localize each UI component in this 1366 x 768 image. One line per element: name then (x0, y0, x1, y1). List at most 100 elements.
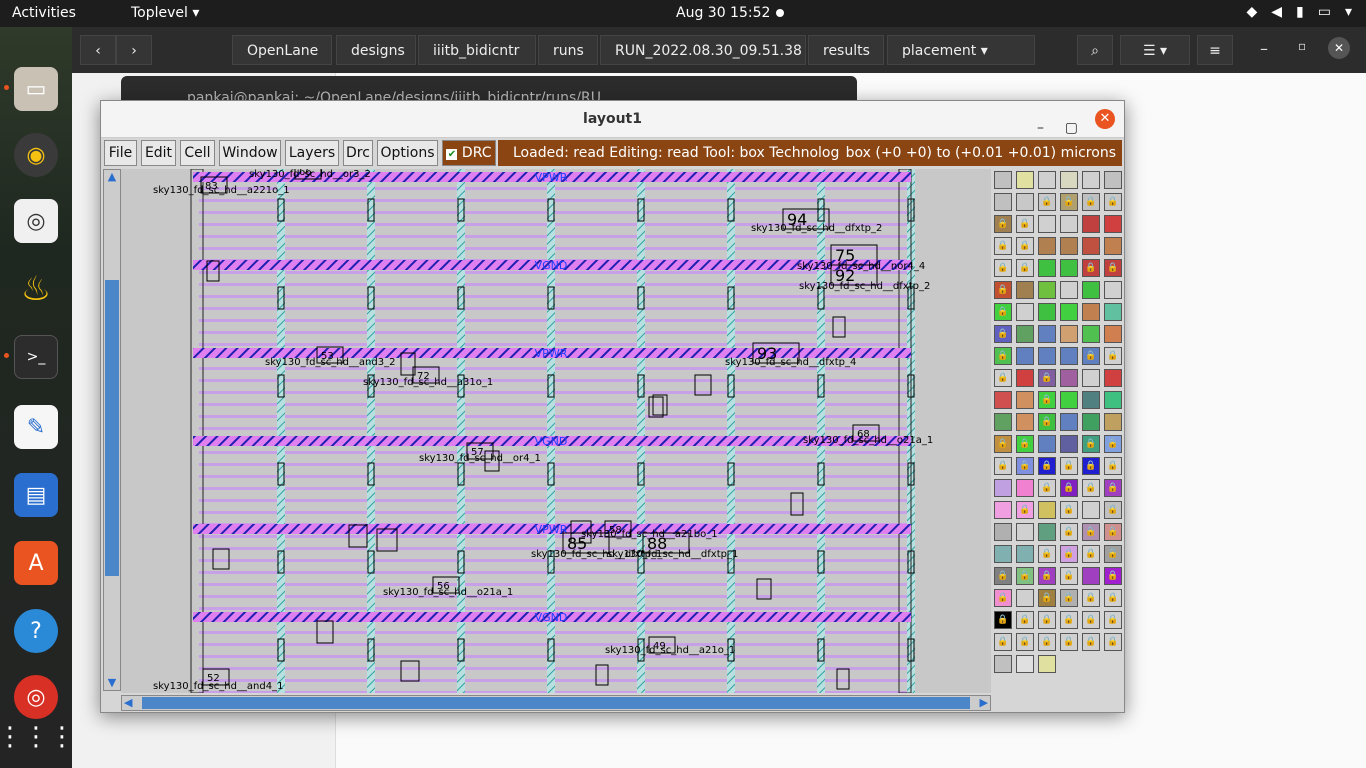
layer-swatch[interactable]: 🔒 (1038, 369, 1056, 387)
scroll-up-icon[interactable]: ▲ (105, 170, 119, 184)
horizontal-scrollbar[interactable]: ◀ ▶ (121, 695, 991, 711)
rhythmbox-icon[interactable]: ◉ (14, 133, 58, 177)
layer-swatch[interactable]: 🔒 (1038, 567, 1056, 585)
layer-swatch[interactable]: 🔒 (1016, 501, 1034, 519)
drc-toggle[interactable]: ✔ DRC (442, 140, 496, 166)
menu-options[interactable]: Options (377, 140, 438, 166)
software-center-icon[interactable]: A (14, 541, 58, 585)
layer-swatch[interactable]: 🔒 (1060, 567, 1078, 585)
scroll-right-icon[interactable]: ▶ (980, 696, 988, 709)
search-icon[interactable]: ⌕ (1077, 35, 1113, 65)
scroll-left-icon[interactable]: ◀ (124, 696, 132, 709)
path-segment[interactable]: RUN_2022.08.30_09.51.38 (600, 35, 806, 65)
layer-swatch[interactable]: 🔒 (994, 589, 1012, 607)
activities-button[interactable]: Activities (12, 5, 76, 21)
layer-swatch[interactable]: 🔒 (1082, 193, 1100, 211)
layer-swatch[interactable] (1060, 391, 1078, 409)
layer-swatch[interactable]: 🔒 (1016, 259, 1034, 277)
layer-swatch[interactable] (1104, 281, 1122, 299)
path-segment[interactable]: placement ▾ (887, 35, 1035, 65)
layer-swatch[interactable]: 🔒 (1104, 633, 1122, 651)
layer-swatch[interactable]: 🔒 (1038, 545, 1056, 563)
layer-swatch[interactable] (1060, 413, 1078, 431)
layer-swatch[interactable] (1104, 303, 1122, 321)
help-icon[interactable]: ? (14, 609, 58, 653)
path-segment[interactable]: results (808, 35, 884, 65)
layer-swatch[interactable]: 🔒 (1104, 523, 1122, 541)
layer-swatch[interactable]: 🔒 (994, 281, 1012, 299)
layer-swatch[interactable] (1082, 325, 1100, 343)
files-icon[interactable]: ▭ (14, 67, 58, 111)
layer-swatch[interactable] (1038, 237, 1056, 255)
layer-swatch[interactable]: 🔒 (994, 457, 1012, 475)
layer-swatch[interactable]: 🔒 (994, 633, 1012, 651)
layer-swatch[interactable] (1082, 215, 1100, 233)
layer-swatch[interactable]: 🔒 (1016, 633, 1034, 651)
close-icon[interactable]: ✕ (1328, 37, 1350, 59)
menu-icon[interactable]: ≡ (1197, 35, 1233, 65)
layer-swatch[interactable]: 🔒 (1060, 589, 1078, 607)
layer-swatch[interactable]: 🔒 (1082, 589, 1100, 607)
layer-swatch[interactable]: 🔒 (1104, 479, 1122, 497)
layer-swatch[interactable] (1104, 215, 1122, 233)
vertical-scrollbar[interactable]: ▲ ▼ (103, 169, 121, 691)
layer-swatch[interactable]: 🔒 (1104, 457, 1122, 475)
layer-swatch[interactable] (1082, 281, 1100, 299)
layer-swatch[interactable]: 🔒 (1104, 611, 1122, 629)
layer-swatch[interactable]: 🔒 (1060, 457, 1078, 475)
layer-swatch[interactable] (1104, 369, 1122, 387)
layer-swatch[interactable]: 🔒 (1038, 391, 1056, 409)
layer-swatch[interactable]: 🔒 (1082, 523, 1100, 541)
layer-swatch[interactable]: 🔒 (1060, 523, 1078, 541)
layer-swatch[interactable] (994, 391, 1012, 409)
back-button[interactable]: ‹ (80, 35, 116, 65)
layer-swatch[interactable] (1082, 567, 1100, 585)
layer-swatch[interactable]: 🔒 (994, 325, 1012, 343)
layer-swatch[interactable]: 🔒 (1060, 193, 1078, 211)
layer-swatch[interactable] (994, 193, 1012, 211)
layer-swatch[interactable] (1060, 281, 1078, 299)
layer-swatch[interactable] (1038, 523, 1056, 541)
screen-reader-icon[interactable]: ◎ (14, 199, 58, 243)
layer-swatch[interactable] (1104, 391, 1122, 409)
layer-swatch[interactable] (1016, 281, 1034, 299)
layer-swatch[interactable] (1016, 369, 1034, 387)
menu-drc[interactable]: Drc (343, 140, 373, 166)
layer-swatch[interactable]: 🔒 (1060, 611, 1078, 629)
layer-swatch[interactable] (994, 655, 1012, 673)
layer-swatch[interactable]: 🔒 (1104, 347, 1122, 365)
layer-swatch[interactable] (1038, 347, 1056, 365)
layer-swatch[interactable]: 🔒 (1016, 215, 1034, 233)
layer-swatch[interactable] (994, 479, 1012, 497)
layer-swatch[interactable] (994, 171, 1012, 189)
path-segment[interactable]: designs (336, 35, 416, 65)
layer-swatch[interactable]: 🔒 (1016, 457, 1034, 475)
layer-swatch[interactable]: 🔒 (994, 259, 1012, 277)
layer-swatch[interactable]: 🔒 (1082, 457, 1100, 475)
path-segment[interactable]: iiitb_bidicntr (418, 35, 536, 65)
show-apps-icon[interactable]: ⋮⋮⋮ (0, 715, 75, 759)
layer-swatch[interactable]: 🔒 (1104, 435, 1122, 453)
layer-swatch[interactable]: 🔒 (1082, 633, 1100, 651)
maximize-icon[interactable]: ▫ (1298, 39, 1306, 53)
clock[interactable]: Aug 30 15:52 (676, 5, 770, 21)
app-menu[interactable]: Toplevel ▾ (131, 5, 199, 21)
teapot-icon[interactable]: ♨ (14, 267, 58, 311)
layer-swatch[interactable]: 🔒 (1038, 457, 1056, 475)
layer-swatch[interactable] (1016, 479, 1034, 497)
layout-canvas[interactable]: VPWR VGND VPWR VGND VPWR VGND sky130_fd_sc_hd… (121, 169, 991, 693)
layer-swatch[interactable]: 🔒 (1016, 237, 1034, 255)
layer-swatch[interactable] (1038, 655, 1056, 673)
layer-swatch[interactable] (1016, 303, 1034, 321)
menu-file[interactable]: File (104, 140, 137, 166)
layer-swatch[interactable] (1060, 347, 1078, 365)
layer-swatch[interactable] (1038, 171, 1056, 189)
layer-swatch[interactable]: 🔒 (1038, 413, 1056, 431)
layer-swatch[interactable] (994, 413, 1012, 431)
layer-swatch[interactable]: 🔒 (1082, 479, 1100, 497)
layer-swatch[interactable] (1082, 303, 1100, 321)
layer-swatch[interactable] (1082, 369, 1100, 387)
layer-swatch[interactable]: 🔒 (994, 369, 1012, 387)
layer-swatch[interactable] (1016, 523, 1034, 541)
path-segment[interactable]: OpenLane (232, 35, 332, 65)
